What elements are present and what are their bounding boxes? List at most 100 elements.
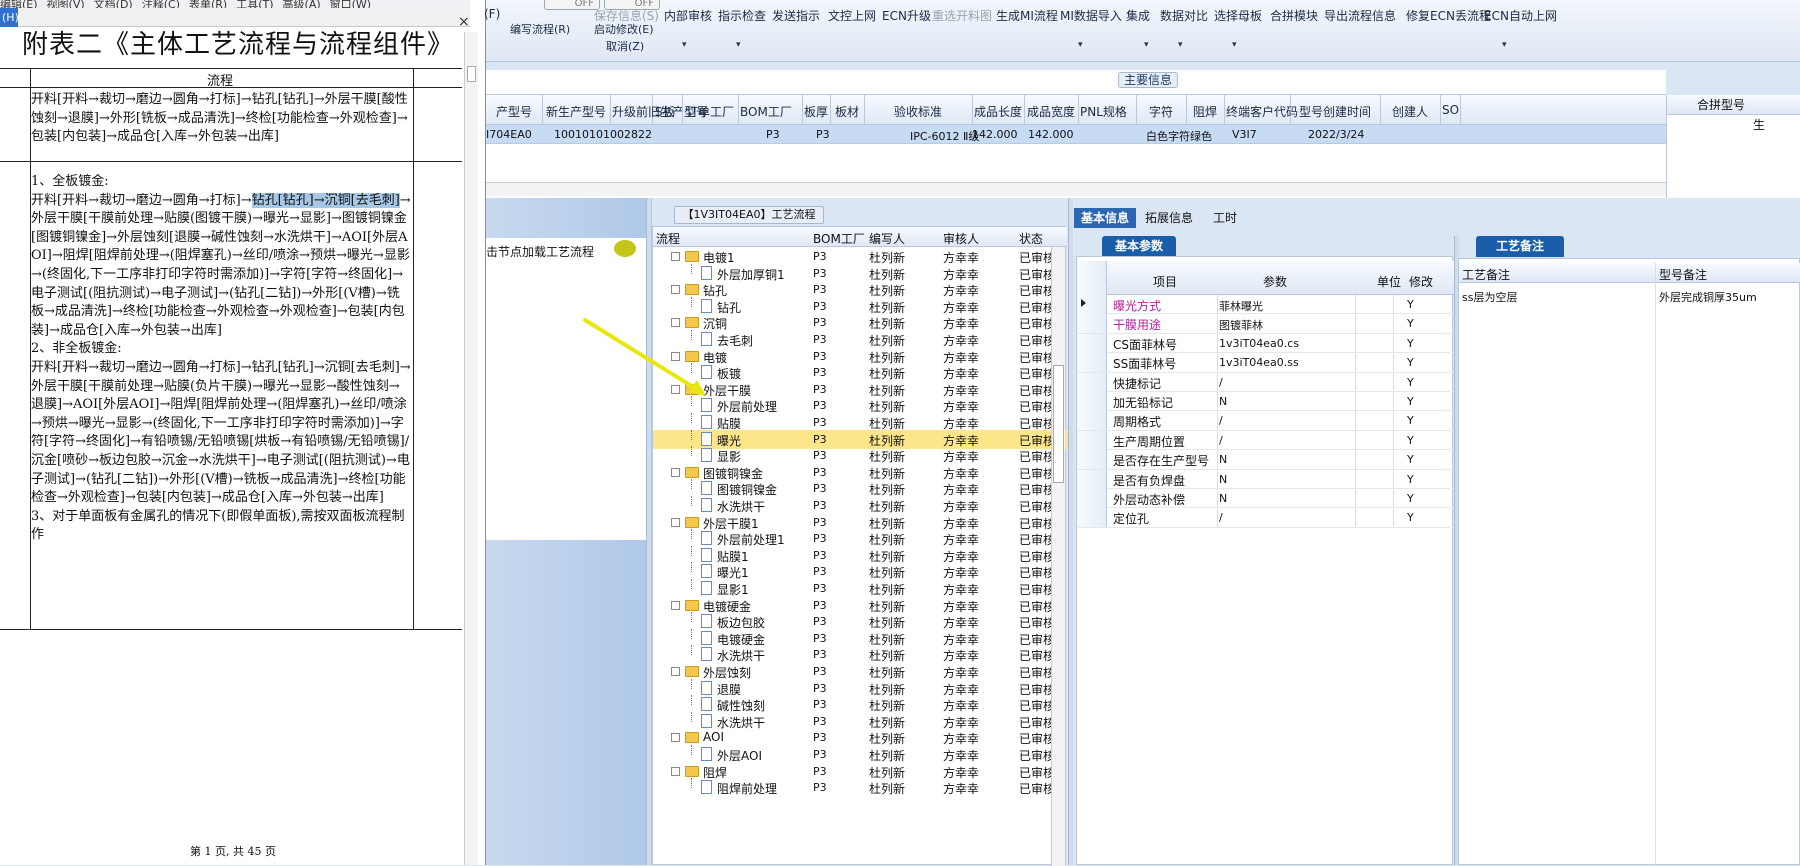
param-row[interactable]: 干膜用途 图镀菲林 Y	[1077, 314, 1454, 334]
tab-basic[interactable]: 基本信息	[1074, 208, 1137, 228]
table-cell[interactable]: I704EA0	[486, 128, 532, 141]
close-icon[interactable]: ×	[458, 14, 470, 30]
column-header[interactable]: 编写人	[869, 230, 905, 247]
table-cell[interactable]: 2022/3/24	[1308, 128, 1364, 141]
toolbar-button[interactable]: 合拼模块	[1270, 7, 1318, 24]
column-header[interactable]: 成品宽度	[1027, 103, 1075, 120]
toolbar-button[interactable]: 发送指示	[772, 7, 820, 24]
param-row[interactable]: 定位孔 / Y	[1077, 508, 1454, 528]
column-header[interactable]: 项目	[1153, 273, 1177, 290]
column-header[interactable]: PNL规格	[1080, 103, 1127, 120]
chevron-down-icon[interactable]: ▾	[1232, 40, 1237, 50]
collapse-toggle-icon[interactable]	[671, 766, 680, 776]
speech-bubble-icon[interactable]	[614, 240, 636, 257]
chevron-down-icon[interactable]: ▾	[736, 40, 741, 50]
column-header[interactable]: 板材	[835, 103, 859, 120]
table-cell[interactable]: P3	[816, 128, 830, 141]
column-header[interactable]: 审核人	[943, 230, 979, 247]
column-header[interactable]: BOM工厂	[813, 230, 865, 247]
toolbar-button[interactable]: 数据对比	[1160, 7, 1208, 24]
pane-splitter[interactable]	[646, 198, 651, 865]
column-header[interactable]: 新生产型号	[546, 103, 606, 120]
param-row[interactable]: 生产周期位置 / Y	[1077, 430, 1454, 451]
param-value[interactable]: 图镀菲林	[1219, 317, 1263, 333]
param-row[interactable]: CS面菲林号 1v3iT04ea0.cs Y	[1077, 333, 1454, 354]
column-header[interactable]: 产型号	[496, 103, 532, 120]
column-header[interactable]: 字符	[1149, 103, 1173, 120]
doc-menu-item[interactable]: 文档(D)	[94, 0, 133, 8]
cancel-button[interactable]: 取消(Z)	[606, 38, 644, 54]
param-value[interactable]: /	[1219, 511, 1223, 524]
param-row[interactable]: SS面菲林号 1v3iT04ea0.ss Y	[1077, 353, 1454, 373]
column-header[interactable]: BOM工厂	[740, 103, 792, 120]
process-scrollbar[interactable]	[1051, 247, 1065, 866]
column-header[interactable]: 创建人	[1392, 103, 1428, 120]
toolbar-button[interactable]: 保存信息(S)	[594, 7, 659, 24]
column-header[interactable]: 终端客户代码	[1226, 103, 1298, 120]
param-value[interactable]: N	[1219, 473, 1227, 486]
param-value[interactable]: 1v3iT04ea0.ss	[1219, 356, 1299, 369]
chevron-down-icon[interactable]: ▾	[1144, 40, 1149, 50]
column-header[interactable]: 流程	[656, 230, 680, 247]
column-header[interactable]: 单位	[1377, 273, 1401, 290]
column-header[interactable]: S板	[655, 103, 675, 120]
tab-hours[interactable]: 工时	[1206, 208, 1244, 228]
param-value[interactable]: /	[1219, 434, 1223, 447]
table-row[interactable]: I704EA0 10010101002822 P3 P3 IPC-6012 Ⅱ级 142.…	[486, 125, 1666, 144]
toolbar-button[interactable]: 修复ECN丢流程	[1406, 7, 1491, 24]
scrollbar-thumb[interactable]	[1053, 365, 1064, 483]
toolbar-button[interactable]: 重选开料图	[932, 7, 992, 24]
param-value[interactable]: 1v3iT04ea0.cs	[1219, 337, 1299, 350]
table-cell[interactable]: 绿色	[1190, 128, 1212, 144]
table-cell[interactable]: 142.000	[972, 128, 1018, 141]
column-header[interactable]: 订单工厂	[686, 103, 734, 120]
toolbar-button[interactable]: 导出流程信息	[1324, 7, 1396, 24]
toolbar-fragment[interactable]: (F)	[484, 7, 500, 21]
table-cell[interactable]: 白色字符	[1146, 128, 1190, 144]
process-note-value[interactable]: ss层为空层	[1462, 289, 1517, 305]
doc-menu-item[interactable]: 表单(R)	[189, 0, 227, 8]
toolbar-button[interactable]: 文控上网	[828, 7, 876, 24]
param-value[interactable]: 菲林曝光	[1219, 298, 1263, 314]
model-note-value[interactable]: 外层完成铜厚35um	[1659, 289, 1757, 305]
table-cell[interactable]: 142.000	[1028, 128, 1074, 141]
param-value[interactable]: N	[1219, 395, 1227, 408]
column-header[interactable]: 参数	[1263, 273, 1287, 290]
load-flow-hint-row[interactable]: 击节点加载工艺流程	[486, 238, 646, 260]
toolbar-button[interactable]: ECN自动上网	[1484, 7, 1557, 24]
chevron-down-icon[interactable]: ▾	[1502, 40, 1507, 50]
param-row[interactable]: 外层动态补偿 N Y	[1077, 489, 1454, 509]
table-cell[interactable]: P3	[766, 128, 780, 141]
param-row[interactable]: 是否有负焊盘 N Y	[1077, 469, 1454, 489]
collapse-toggle-icon[interactable]	[671, 467, 680, 477]
param-value[interactable]: /	[1219, 376, 1223, 389]
pane-splitter[interactable]	[1068, 198, 1073, 865]
chevron-down-icon[interactable]: ▾	[1078, 40, 1083, 50]
doc-menu-item[interactable]: 工具(T)	[236, 0, 273, 8]
toolbar-button[interactable]: 内部审核	[664, 7, 712, 24]
document-scrollbar[interactable]	[464, 32, 478, 865]
doc-menu-item[interactable]: 视图(V)	[47, 0, 85, 8]
tree-row[interactable]: 阻焊前处理 P3 杜列新 方幸幸 已审核	[653, 778, 1067, 797]
toolbar-button[interactable]: 生成MI流程	[996, 7, 1058, 24]
highlighted-text[interactable]: 钻孔[钻孔]→沉铜[去毛刺]	[251, 192, 400, 208]
collapse-toggle-icon[interactable]	[671, 733, 680, 743]
toolbar-button[interactable]: 指示检查	[718, 7, 766, 24]
param-value[interactable]: N	[1219, 492, 1227, 505]
doc-menu-item[interactable]: 编辑(E)	[0, 0, 38, 8]
tab-extended[interactable]: 拓展信息	[1138, 208, 1200, 228]
column-header[interactable]: 型号创建时间	[1299, 103, 1371, 120]
param-value[interactable]: N	[1219, 453, 1227, 466]
node-list[interactable]	[486, 260, 646, 540]
toolbar-button[interactable]: 选择母板	[1214, 7, 1262, 24]
collapse-toggle-icon[interactable]	[671, 600, 680, 610]
collapse-toggle-icon[interactable]	[671, 252, 680, 261]
column-header[interactable]: 状态	[1019, 230, 1043, 247]
table-cell[interactable]: IPC-6012 Ⅱ级	[910, 128, 979, 144]
write-flow-toggle[interactable]: OFF	[544, 0, 600, 10]
doc-menu-item[interactable]: 窗口(W)	[330, 0, 371, 8]
param-row[interactable]: 周期格式 / Y	[1077, 411, 1454, 431]
main-info-hscrollbar[interactable]	[486, 182, 1666, 196]
toolbar-button[interactable]: ECN升级	[882, 7, 931, 24]
table-cell[interactable]: V3I7	[1232, 128, 1257, 141]
